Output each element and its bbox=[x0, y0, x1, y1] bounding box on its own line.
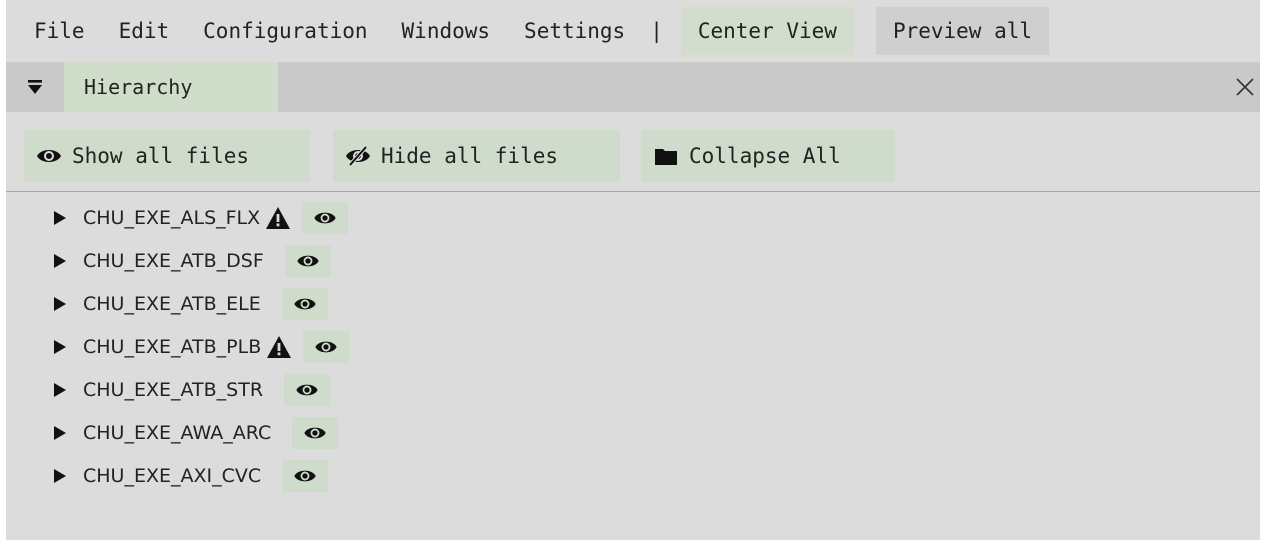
collapse-all-label: Collapse All bbox=[689, 144, 841, 168]
expand-arrow-icon[interactable] bbox=[54, 254, 66, 268]
hierarchy-panel: Show all files Hide all files Collapse A… bbox=[6, 112, 1260, 540]
expand-arrow-icon[interactable] bbox=[54, 297, 66, 311]
expand-arrow-icon[interactable] bbox=[54, 469, 66, 483]
eye-icon bbox=[296, 384, 318, 396]
visibility-toggle-button[interactable] bbox=[302, 202, 349, 234]
tree-item[interactable]: CHU_EXE_ALS_FLX bbox=[6, 200, 349, 236]
tree-item-label: CHU_EXE_ATB_ELE bbox=[83, 293, 261, 315]
expand-arrow-icon[interactable] bbox=[54, 340, 66, 354]
close-icon[interactable] bbox=[1232, 74, 1258, 100]
tree-item-label: CHU_EXE_AWA_ARC bbox=[83, 422, 272, 444]
menu-windows[interactable]: Windows bbox=[385, 7, 508, 55]
preview-all-button[interactable]: Preview all bbox=[875, 7, 1050, 55]
visibility-toggle-button[interactable] bbox=[284, 374, 331, 406]
menu-bar: File Edit Configuration Windows Settings… bbox=[6, 0, 1260, 62]
visibility-toggle-button[interactable] bbox=[282, 460, 329, 492]
tree-item-label: CHU_EXE_ATB_DSF bbox=[83, 250, 264, 272]
menu-configuration[interactable]: Configuration bbox=[186, 7, 384, 55]
tree-item[interactable]: CHU_EXE_AXI_CVC bbox=[6, 458, 329, 494]
expand-arrow-icon[interactable] bbox=[54, 426, 66, 440]
menu-edit[interactable]: Edit bbox=[102, 7, 187, 55]
show-all-files-button[interactable]: Show all files bbox=[24, 130, 310, 182]
panel-header: Hierarchy bbox=[6, 62, 1260, 112]
collapse-all-button[interactable]: Collapse All bbox=[641, 130, 895, 182]
expand-arrow-icon[interactable] bbox=[54, 211, 66, 225]
eye-icon bbox=[294, 298, 316, 310]
tree-item-label: CHU_EXE_ATB_PLB bbox=[83, 336, 262, 358]
menu-file[interactable]: File bbox=[6, 7, 102, 55]
folder-icon bbox=[653, 145, 679, 167]
eye-icon bbox=[294, 470, 316, 482]
eye-slash-icon bbox=[345, 145, 371, 167]
eye-icon bbox=[297, 255, 319, 267]
eye-icon bbox=[36, 145, 62, 167]
tree-item[interactable]: CHU_EXE_ATB_DSF bbox=[6, 243, 331, 279]
hide-all-files-button[interactable]: Hide all files bbox=[333, 130, 620, 182]
tab-hierarchy-label: Hierarchy bbox=[84, 75, 193, 99]
tree-item-label: CHU_EXE_AXI_CVC bbox=[83, 465, 262, 487]
tree-item[interactable]: CHU_EXE_ATB_ELE bbox=[6, 286, 328, 322]
hide-all-files-label: Hide all files bbox=[381, 144, 559, 168]
visibility-toggle-button[interactable] bbox=[284, 245, 331, 277]
expand-arrow-icon[interactable] bbox=[54, 383, 66, 397]
tree-item-label: CHU_EXE_ALS_FLX bbox=[83, 207, 261, 229]
visibility-toggle-button[interactable] bbox=[303, 331, 350, 363]
menu-separator: | bbox=[650, 19, 663, 43]
eye-icon bbox=[315, 341, 337, 353]
tree-item[interactable]: CHU_EXE_ATB_STR bbox=[6, 372, 331, 408]
tree-item[interactable]: CHU_EXE_AWA_ARC bbox=[6, 415, 339, 451]
eye-icon bbox=[304, 427, 326, 439]
hierarchy-toolbar: Show all files Hide all files Collapse A… bbox=[6, 112, 1260, 192]
tab-hierarchy[interactable]: Hierarchy bbox=[64, 62, 278, 112]
warning-icon bbox=[267, 335, 292, 359]
visibility-toggle-button[interactable] bbox=[281, 288, 328, 320]
triangle-down-icon[interactable] bbox=[6, 62, 64, 112]
visibility-toggle-button[interactable] bbox=[292, 417, 339, 449]
tree-item[interactable]: CHU_EXE_ATB_PLB bbox=[6, 329, 350, 365]
menu-settings[interactable]: Settings bbox=[507, 7, 642, 55]
tree-item-label: CHU_EXE_ATB_STR bbox=[83, 379, 264, 401]
show-all-files-label: Show all files bbox=[72, 144, 250, 168]
center-view-button[interactable]: Center View bbox=[680, 7, 854, 55]
eye-icon bbox=[314, 212, 336, 224]
toolbar-divider bbox=[6, 191, 1260, 192]
warning-icon bbox=[266, 206, 291, 230]
